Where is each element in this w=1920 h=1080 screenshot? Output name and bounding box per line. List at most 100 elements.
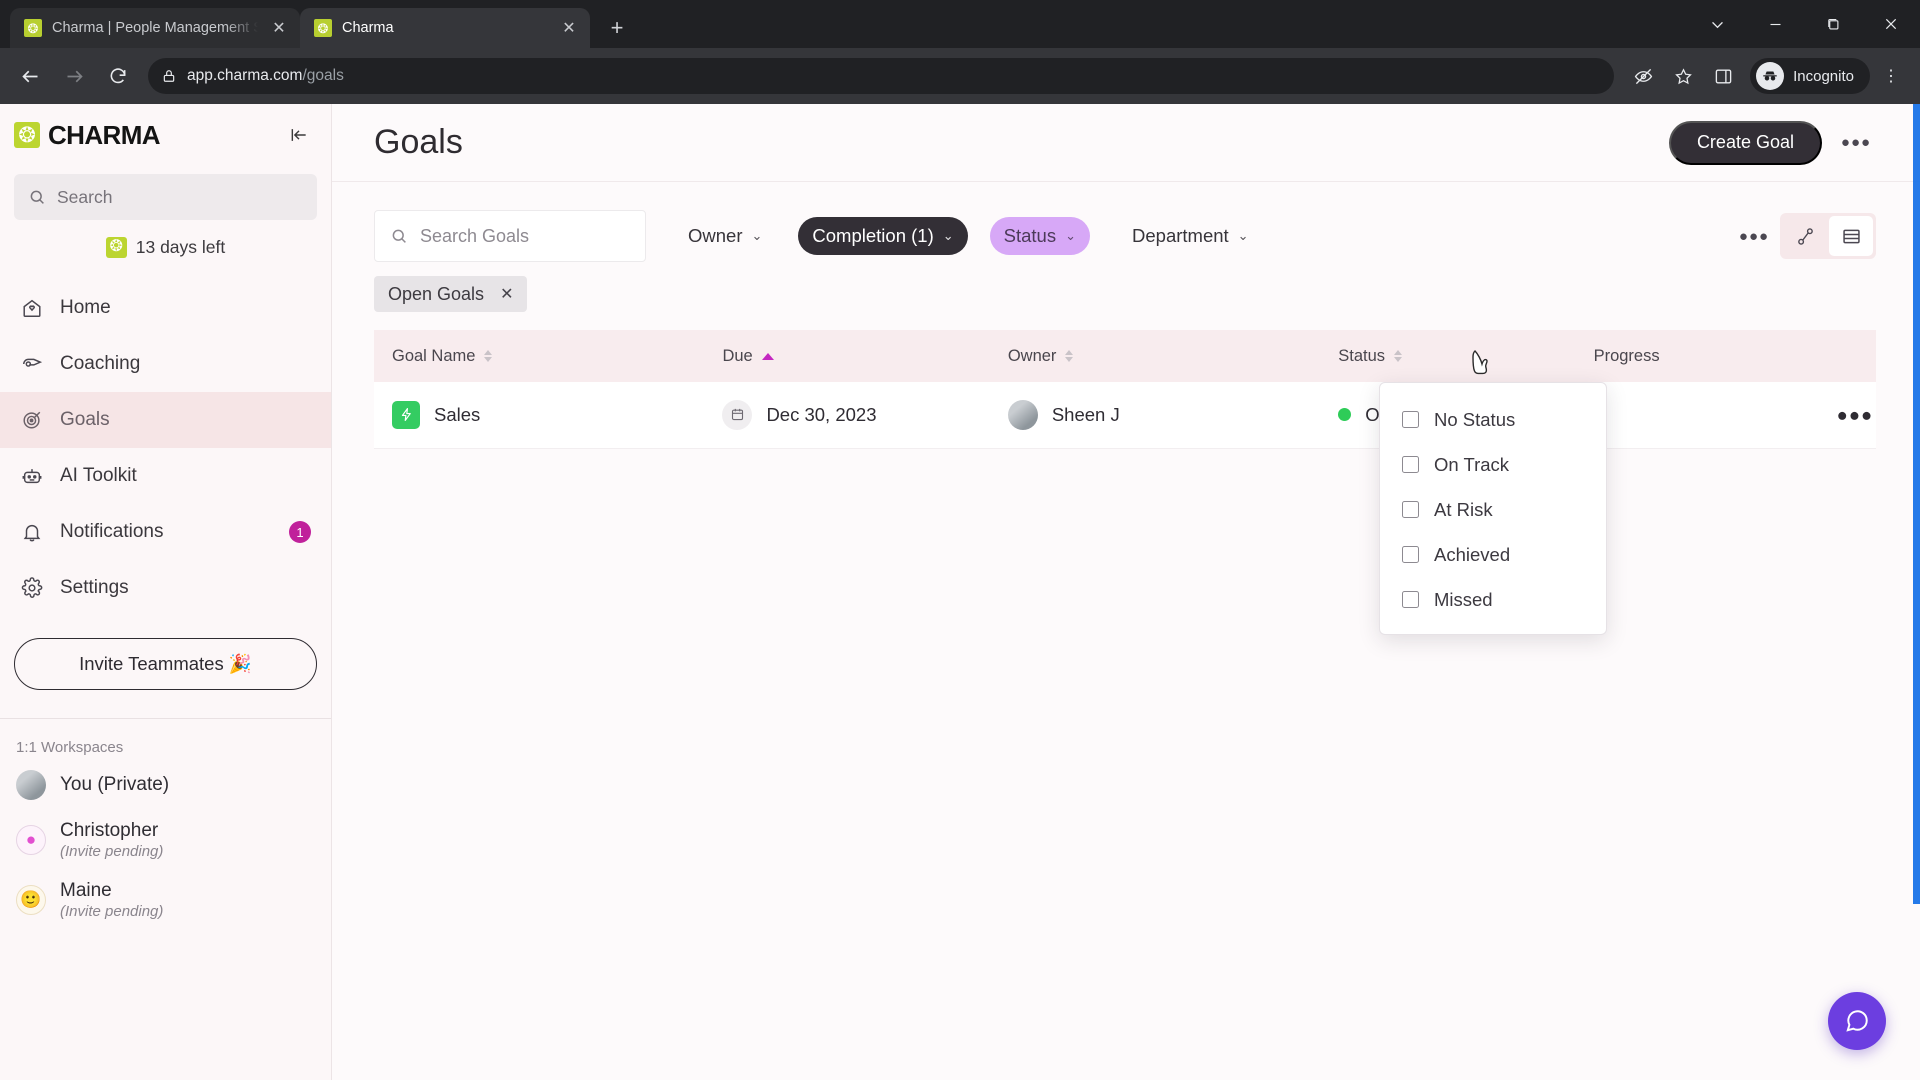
chevron-down-icon: ⌄: [942, 228, 954, 243]
reload-button[interactable]: [98, 56, 138, 96]
sidebar-item-settings[interactable]: Settings: [0, 560, 331, 616]
column-header-due[interactable]: Due: [704, 330, 990, 382]
sidebar-item-notifications[interactable]: Notifications 1: [0, 504, 331, 560]
close-icon[interactable]: ✕: [268, 17, 290, 39]
sidebar-item-goals[interactable]: Goals: [0, 392, 331, 448]
status-option-at-risk[interactable]: At Risk: [1380, 487, 1606, 532]
checkbox[interactable]: [1402, 456, 1419, 473]
back-button[interactable]: [10, 56, 50, 96]
page-title: Goals: [374, 123, 463, 161]
filter-status[interactable]: Status ⌄: [989, 217, 1090, 255]
status-option-missed[interactable]: Missed: [1380, 577, 1606, 622]
sort-icon: [1394, 350, 1403, 362]
close-icon[interactable]: [1862, 0, 1920, 48]
charma-logo-icon: ❂: [105, 236, 127, 258]
cell-due: Dec 30, 2023: [704, 382, 990, 449]
incognito-icon: [1756, 62, 1785, 90]
workspace-item-you[interactable]: You (Private): [0, 760, 331, 810]
checkbox[interactable]: [1402, 411, 1419, 428]
tab-search-chevron-icon[interactable]: [1688, 0, 1746, 48]
trial-status: ❂ 13 days left: [0, 220, 331, 274]
close-icon[interactable]: ✕: [500, 284, 513, 304]
star-icon[interactable]: [1664, 57, 1702, 95]
tab-title: Charma: [342, 20, 394, 36]
page-content: ❂ CHARMA Search ❂ 13 days left Home Coac…: [0, 104, 1920, 1080]
new-tab-button[interactable]: +: [600, 11, 634, 45]
chevron-down-icon: ⌄: [1237, 228, 1249, 243]
incognito-profile-button[interactable]: Incognito: [1750, 58, 1870, 94]
checkbox[interactable]: [1402, 546, 1419, 563]
filter-owner[interactable]: Owner ⌄: [674, 217, 776, 255]
filter-status-label: Status: [1003, 225, 1057, 246]
eye-off-icon[interactable]: [1624, 57, 1662, 95]
workspace-item-christopher[interactable]: ● Christopher (Invite pending): [0, 810, 331, 870]
table-row[interactable]: Sales Dec 30, 2023 Sheen J On ●●●: [374, 382, 1876, 449]
workspace-item-maine[interactable]: 🙂 Maine (Invite pending): [0, 870, 331, 930]
tab-title: Charma | People Management S: [52, 20, 258, 36]
close-icon[interactable]: ✕: [558, 17, 580, 39]
browser-menu-icon[interactable]: ⋮: [1872, 57, 1910, 95]
browser-tab-1[interactable]: ❂ Charma | People Management S ✕: [10, 8, 300, 48]
address-bar-url: app.charma.com/goals: [187, 67, 344, 85]
page-scrollbar[interactable]: [1913, 104, 1920, 904]
brand-row: ❂ CHARMA: [0, 104, 331, 166]
column-label: Status: [1338, 346, 1386, 365]
search-icon: [30, 190, 44, 204]
support-chat-button[interactable]: [1828, 992, 1886, 1050]
sidebar-item-ai-toolkit[interactable]: AI Toolkit: [0, 448, 331, 504]
search-goals-placeholder: Search Goals: [420, 225, 530, 246]
column-header-status[interactable]: Status: [1320, 330, 1576, 382]
avatar: [1007, 399, 1038, 430]
whistle-icon: [20, 352, 44, 376]
minimize-icon[interactable]: [1746, 0, 1804, 48]
side-panel-icon[interactable]: [1704, 57, 1742, 95]
filter-completion[interactable]: Completion (1) ⌄: [798, 217, 968, 255]
status-option-label: Missed: [1434, 588, 1493, 610]
browser-tab-2[interactable]: ❂ Charma ✕: [300, 8, 590, 48]
status-option-label: No Status: [1434, 408, 1516, 430]
owner-name-text: Sheen J: [1051, 403, 1120, 425]
filter-toolbar: Search Goals Owner ⌄ Completion (1) ⌄ St…: [332, 182, 1920, 262]
filter-owner-label: Owner: [688, 225, 743, 246]
home-icon: [20, 296, 44, 320]
browser-toolbar: app.charma.com/goals Incognito ⋮: [0, 48, 1920, 104]
status-option-no-status[interactable]: No Status: [1380, 397, 1606, 442]
search-input[interactable]: Search: [14, 174, 317, 220]
column-header-goal-name[interactable]: Goal Name: [374, 330, 705, 382]
checkbox[interactable]: [1402, 501, 1419, 518]
filter-department-label: Department: [1132, 225, 1229, 246]
row-more-options-icon[interactable]: ●●●: [1815, 382, 1876, 449]
sidebar-item-home[interactable]: Home: [0, 280, 331, 336]
browser-window: ❂ Charma | People Management S ✕ ❂ Charm…: [0, 0, 1920, 1080]
forward-button[interactable]: [54, 56, 94, 96]
filter-chip-open-goals[interactable]: Open Goals ✕: [374, 276, 528, 312]
filters-more-options-icon[interactable]: ●●●: [1734, 216, 1774, 256]
page-more-options-icon[interactable]: ●●●: [1836, 123, 1876, 163]
status-option-achieved[interactable]: Achieved: [1380, 532, 1606, 577]
collapse-sidebar-button[interactable]: [285, 121, 313, 149]
column-header-owner[interactable]: Owner: [989, 330, 1321, 382]
column-label: Progress: [1593, 346, 1660, 365]
goals-table: Goal Name Due Owner Status Progress Sale…: [374, 330, 1876, 449]
workspace-name: Maine: [60, 880, 112, 902]
table-view-icon[interactable]: [1829, 216, 1873, 256]
create-goal-button[interactable]: Create Goal: [1668, 120, 1822, 165]
avatar: 🙂: [16, 885, 46, 916]
sidebar-item-label: AI Toolkit: [60, 465, 137, 486]
cell-owner: Sheen J: [989, 382, 1321, 449]
status-option-on-track[interactable]: On Track: [1380, 442, 1606, 487]
hierarchy-view-icon[interactable]: [1783, 216, 1827, 256]
sidebar-item-label: Goals: [60, 409, 110, 430]
filter-department[interactable]: Department ⌄: [1118, 217, 1263, 255]
cell-goal-name[interactable]: Sales: [374, 382, 705, 449]
address-bar[interactable]: app.charma.com/goals: [148, 58, 1615, 94]
maximize-icon[interactable]: [1804, 0, 1862, 48]
search-goals-input[interactable]: Search Goals: [374, 210, 646, 262]
sidebar-item-coaching[interactable]: Coaching: [0, 336, 331, 392]
url-path: /goals: [302, 67, 344, 84]
url-host: app.charma.com: [187, 67, 303, 84]
avatar: ●: [16, 825, 46, 856]
checkbox[interactable]: [1402, 591, 1419, 608]
status-option-label: Achieved: [1434, 543, 1511, 565]
invite-teammates-button[interactable]: Invite Teammates 🎉: [14, 638, 317, 690]
